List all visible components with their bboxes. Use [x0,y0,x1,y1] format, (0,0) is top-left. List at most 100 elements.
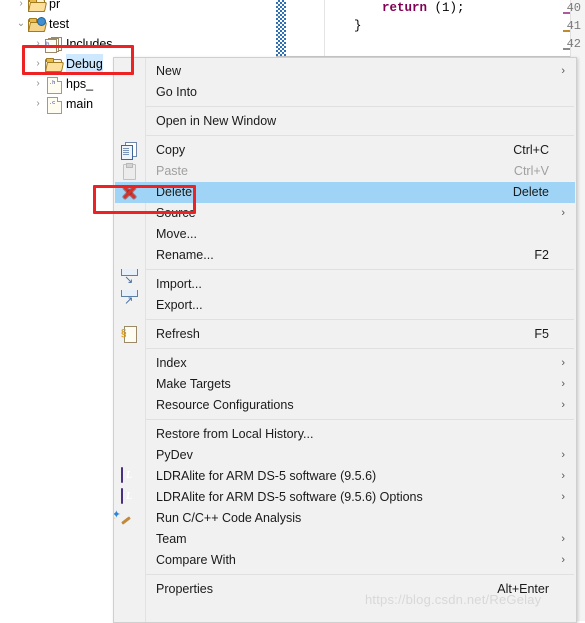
tree-twisty-icon[interactable]: › [31,94,45,114]
menu-item-copy[interactable]: Copy Ctrl+C [115,140,575,161]
menu-item-label: Paste [156,164,188,178]
menu-item-ldralite-for-arm-ds-5-software-9-5-6-options[interactable]: L LDRAlite for ARM DS-5 software (9.5.6) … [115,487,575,508]
menu-item-label: LDRAlite for ARM DS-5 software (9.5.6) O… [156,490,423,504]
menu-item-label: LDRAlite for ARM DS-5 software (9.5.6) [156,469,377,483]
submenu-chevron-icon[interactable]: › [561,374,565,395]
h-file-icon: .h [45,76,63,94]
menu-item-shortcut: F5 [534,327,549,341]
submenu-chevron-icon[interactable]: › [561,487,565,508]
menu-item-paste[interactable]: Paste Ctrl+V [115,161,575,182]
delete-x-icon [121,184,139,201]
menu-separator [146,319,574,320]
tree-twisty-icon[interactable]: › [31,34,45,54]
submenu-chevron-icon[interactable]: › [561,466,565,487]
submenu-chevron-icon[interactable]: › [561,529,565,550]
tree-item-debug[interactable]: › Debug [0,54,131,74]
tree-twisty-icon[interactable]: › [14,0,28,14]
menu-item-label: New [156,64,182,78]
tree-twisty-icon[interactable]: › [31,74,45,94]
submenu-chevron-icon[interactable]: › [561,203,565,224]
tree-item-label: main [66,97,94,111]
submenu-chevron-icon[interactable]: › [561,61,565,82]
refresh-icon: § [121,326,139,343]
editor-line-number: 42 [566,37,581,51]
editor-line-gutter [286,0,324,56]
menu-item-pydev[interactable]: PyDev › [115,445,575,466]
menu-item-resource-configurations[interactable]: Resource Configurations › [115,395,575,416]
submenu-chevron-icon[interactable]: › [561,550,565,571]
submenu-chevron-icon[interactable]: › [561,445,565,466]
menu-item-label: Delete [156,185,193,199]
menu-separator [146,419,574,420]
editor-code-line[interactable]: return (1); [326,1,465,15]
menu-item-label: Rename... [156,248,214,262]
menu-item-refresh[interactable]: § Refresh F5 [115,324,575,345]
menu-item-open-in-new-window[interactable]: Open in New Window [115,111,575,132]
copy-icon [121,142,139,160]
menu-item-compare-with[interactable]: Compare With › [115,550,575,571]
menu-item-label: PyDev [156,448,193,462]
menu-item-export[interactable]: ↗ Export... [115,290,575,316]
tree-item-pr[interactable]: › pr [0,0,60,14]
submenu-chevron-icon[interactable]: › [561,353,565,374]
tree-item-test[interactable]: ⌄ test [0,14,69,34]
menu-item-make-targets[interactable]: Make Targets › [115,374,575,395]
tree-twisty-icon[interactable]: › [31,54,45,74]
code-analysis-icon: ✦✦ [114,510,139,527]
folder-icon [44,56,65,72]
menu-item-move[interactable]: Move... [115,224,575,245]
folder-icon [27,0,48,12]
paste-icon [121,163,139,180]
ldra-icon: L [121,467,139,485]
menu-item-label: Make Targets [156,377,231,391]
menu-item-label: Resource Configurations [156,398,294,412]
menu-item-index[interactable]: Index › [115,353,575,374]
editor-line-number: 41 [566,19,581,33]
tree-item-label: test [49,17,70,31]
tree-item-label: Debug [66,54,103,74]
menu-item-ldralite-for-arm-ds-5-software-9-5-6[interactable]: L LDRAlite for ARM DS-5 software (9.5.6) › [115,466,575,487]
menu-item-delete[interactable]: Delete Delete [115,182,575,203]
watermark-text: https://blog.csdn.net/ReGelay [365,592,542,607]
menu-item-go-into[interactable]: Go Into [115,82,575,103]
menu-item-shortcut: Ctrl+C [513,143,549,157]
menu-item-restore-from-local-history[interactable]: Restore from Local History... [115,424,575,445]
menu-item-source[interactable]: Source › [115,203,575,224]
menu-separator [146,106,574,107]
project-context-menu[interactable]: New › Go Into Open in New Window Copy Ctrl+C P… [113,57,577,623]
menu-separator [146,574,574,575]
menu-item-label: Export... [156,298,203,312]
menu-item-label: Run C/C++ Code Analysis [156,511,302,525]
editor-code-line[interactable]: } [326,19,362,33]
menu-item-label: Compare With [156,553,236,567]
menu-separator [146,348,574,349]
tree-item-label: pr [49,0,61,11]
menu-item-label: Refresh [156,327,200,341]
menu-item-label: Move... [156,227,197,241]
menu-separator [146,269,574,270]
tree-item-hps-[interactable]: › .h hps_ [0,74,93,94]
code-keyword: return [382,1,428,15]
menu-item-team[interactable]: Team › [115,529,575,550]
includes-icon: h [45,36,63,53]
menu-item-label: Restore from Local History... [156,427,314,441]
export-icon: ↗ [121,290,139,314]
code-text: (1); [427,1,465,15]
tree-item-includes[interactable]: › h Includes [0,34,113,54]
c-file-icon: .c [45,96,63,114]
menu-item-import[interactable]: ↘ Import... [115,269,575,295]
tree-item-label: Includes [66,37,113,51]
menu-item-label: Copy [156,143,186,157]
menu-item-label: Index [156,356,187,370]
tree-item-main[interactable]: › .c main [0,94,93,114]
menu-item-label: Properties [156,582,213,596]
submenu-chevron-icon[interactable]: › [561,395,565,416]
menu-item-run-c-c-code-analysis[interactable]: ✦✦ Run C/C++ Code Analysis [114,508,575,529]
project-folder-icon [27,16,48,32]
editor-line-number: 40 [566,1,581,15]
menu-item-rename[interactable]: Rename... F2 [115,245,575,266]
gutter-separator [324,0,325,56]
menu-item-label: Team [156,532,187,546]
tree-twisty-icon[interactable]: ⌄ [14,14,28,34]
menu-item-new[interactable]: New › [115,61,575,82]
